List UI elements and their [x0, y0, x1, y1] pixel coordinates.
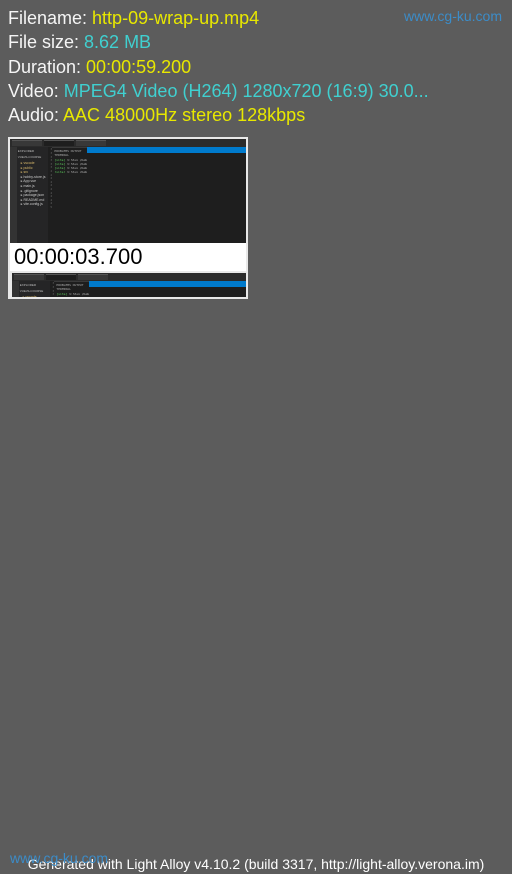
audio-value: AAC 48000Hz stereo 128kbps — [63, 105, 305, 125]
watermark-bottom: www.cg-ku.com — [10, 850, 108, 866]
audio-line: Audio: AAC 48000Hz stereo 128kbps — [8, 103, 504, 127]
thumbnail[interactable]: EXPLORERVUEJS-COURSE▸ vscode▸ public▸ sr… — [8, 137, 248, 299]
filename-value: http-09-wrap-up.mp4 — [92, 8, 259, 28]
filesize-label: File size: — [8, 32, 84, 52]
thumbnail[interactable]: EXPLORERVUEJS-COURSE▸ vscode▸ public▸ sr… — [10, 271, 248, 299]
duration-value: 00:00:59.200 — [86, 57, 191, 77]
video-value: MPEG4 Video (H264) 1280x720 (16:9) 30.0.… — [64, 81, 429, 101]
thumbnail-image: EXPLORERVUEJS-COURSE▸ vscode▸ public▸ sr… — [12, 273, 248, 299]
thumbnail-timestamp: 00:00:03.700 — [10, 243, 246, 271]
duration-line: Duration: 00:00:59.200 — [8, 55, 504, 79]
video-line: Video: MPEG4 Video (H264) 1280x720 (16:9… — [8, 79, 504, 103]
watermark-top: www.cg-ku.com — [404, 8, 502, 24]
video-label: Video: — [8, 81, 64, 101]
filesize-line: File size: 8.62 MB — [8, 30, 504, 54]
filesize-value: 8.62 MB — [84, 32, 151, 52]
thumbnail-image: EXPLORERVUEJS-COURSE▸ vscode▸ public▸ sr… — [10, 139, 246, 271]
filename-label: Filename: — [8, 8, 92, 28]
duration-label: Duration: — [8, 57, 86, 77]
audio-label: Audio: — [8, 105, 63, 125]
thumbnail-grid: EXPLORERVUEJS-COURSE▸ vscode▸ public▸ sr… — [0, 129, 512, 307]
